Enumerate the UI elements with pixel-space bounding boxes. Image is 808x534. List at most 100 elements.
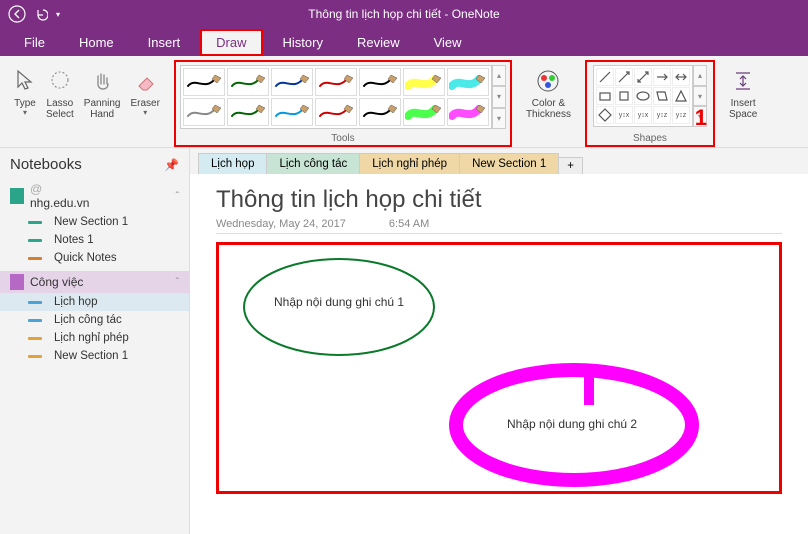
main-area: Lịch họpLịch công tácLịch nghỉ phépNew S…	[190, 148, 808, 534]
gallery-scroll[interactable]: ▴▾▾	[492, 65, 506, 129]
shape-axis-xy[interactable]: y↕x	[615, 106, 633, 124]
lasso-button[interactable]: Lasso Select	[42, 62, 78, 122]
section-tab[interactable]: Lịch nghỉ phép	[359, 153, 460, 174]
pen-swatch[interactable]	[403, 98, 445, 126]
pen-swatch[interactable]	[183, 68, 225, 96]
type-button[interactable]: Type ▾	[10, 62, 40, 120]
section-tab[interactable]: Lịch họp	[198, 153, 267, 174]
title-bar: ▾ Thông tin lịch họp chi tiết - OneNote	[0, 0, 808, 28]
ribbon-group-color: Color & Thickness .	[518, 60, 579, 147]
notebooks-pane: Notebooks 📌 @nhg.edu.vn ˆ New Section 1N…	[0, 148, 190, 534]
tab-file[interactable]: File	[10, 31, 59, 54]
pen-swatch[interactable]	[403, 68, 445, 96]
pen-swatch[interactable]	[271, 68, 313, 96]
tab-review[interactable]: Review	[343, 31, 414, 54]
shape-ellipse[interactable]	[634, 87, 652, 105]
color-thickness-button[interactable]: Color & Thickness	[522, 62, 575, 122]
qat-dropdown-icon[interactable]: ▾	[56, 10, 60, 19]
drawing-canvas[interactable]: Nhập nội dung ghi chú 1 Nhập nội dung gh…	[216, 242, 782, 494]
pen-swatch[interactable]	[315, 68, 357, 96]
notebook-icon	[10, 188, 24, 204]
shape-rect[interactable]	[596, 87, 614, 105]
shape-arrow2[interactable]	[653, 68, 671, 86]
ribbon-group-selection: Type ▾ Lasso Select Panning Hand Eraser …	[6, 60, 168, 147]
eraser-button[interactable]: Eraser ▾	[127, 62, 164, 120]
highlight-number: 1	[695, 105, 707, 131]
chevron-down-icon: ▾	[23, 109, 27, 118]
section-item[interactable]: Notes 1	[0, 231, 189, 249]
shape-axis-2[interactable]: y↕x	[634, 106, 652, 124]
shape-axis-3[interactable]: y↕z	[653, 106, 671, 124]
panning-label: Panning Hand	[84, 98, 121, 120]
shape-triangle[interactable]	[672, 87, 690, 105]
lasso-icon	[49, 64, 71, 98]
insert-space-label: Insert Space	[729, 98, 757, 120]
color-label: Color & Thickness	[526, 98, 571, 120]
pen-swatch[interactable]	[183, 98, 225, 126]
page-canvas[interactable]: Thông tin lịch họp chi tiết Wednesday, M…	[190, 174, 808, 534]
tab-add[interactable]: +	[558, 157, 583, 174]
page-date: Wednesday, May 24, 2017 6:54 AM	[216, 218, 782, 234]
tab-home[interactable]: Home	[65, 31, 128, 54]
pin-icon[interactable]: 📌	[164, 158, 179, 172]
pen-swatch[interactable]	[359, 68, 401, 96]
ink-ellipse-green	[229, 249, 449, 369]
shape-diamond[interactable]	[596, 106, 614, 124]
notebooks-header: Notebooks	[10, 156, 82, 173]
tab-insert[interactable]: Insert	[134, 31, 195, 54]
section-tab[interactable]: Lịch công tác	[266, 153, 360, 174]
back-icon[interactable]	[8, 5, 26, 23]
tools-group-label: Tools	[331, 131, 354, 144]
section-item[interactable]: New Section 1	[0, 213, 189, 231]
pen-swatch[interactable]	[315, 98, 357, 126]
shape-line[interactable]	[596, 68, 614, 86]
ribbon-group-tools: ▴▾▾ Tools	[174, 60, 512, 147]
tab-view[interactable]: View	[420, 31, 476, 54]
shapes-gallery[interactable]: y↕x y↕x y↕z y↕z	[593, 65, 693, 127]
insert-space-button[interactable]: Insert Space	[725, 62, 761, 122]
notebook-item[interactable]: Công việc ˆ	[0, 271, 189, 293]
pen-swatch[interactable]	[447, 98, 489, 126]
chevron-up-icon: ˆ	[176, 277, 179, 288]
shape-double-arrow[interactable]	[634, 68, 652, 86]
pen-swatch[interactable]	[227, 68, 269, 96]
section-tabs: Lịch họpLịch công tácLịch nghỉ phépNew S…	[190, 148, 808, 174]
notebook-item[interactable]: @nhg.edu.vn ˆ	[0, 179, 189, 213]
section-tab[interactable]: New Section 1	[459, 153, 559, 174]
shape-arrow3[interactable]	[672, 68, 690, 86]
pen-swatch[interactable]	[359, 98, 401, 126]
shape-arrow[interactable]	[615, 68, 633, 86]
section-item[interactable]: Lịch họp	[0, 293, 189, 311]
tab-draw[interactable]: Draw	[200, 29, 262, 56]
chevron-up-icon: ˆ	[176, 191, 179, 202]
shape-square[interactable]	[615, 87, 633, 105]
shapes-group-label: Shapes	[633, 131, 667, 144]
cursor-icon	[14, 64, 36, 98]
panning-button[interactable]: Panning Hand	[80, 62, 125, 122]
section-item[interactable]: New Section 1	[0, 347, 189, 365]
shape-parallelogram[interactable]	[653, 87, 671, 105]
note-text-2[interactable]: Nhập nội dung ghi chú 2	[507, 417, 637, 431]
color-wheel-icon	[535, 64, 561, 98]
lasso-label: Lasso Select	[46, 98, 74, 120]
undo-icon[interactable]	[34, 7, 48, 21]
pen-gallery	[180, 65, 492, 129]
note-text-1[interactable]: Nhập nội dung ghi chú 1	[274, 295, 404, 309]
pen-swatch[interactable]	[271, 98, 313, 126]
pen-swatch[interactable]	[447, 68, 489, 96]
tab-history[interactable]: History	[269, 31, 337, 54]
shape-axis-4[interactable]: y↕z	[672, 106, 690, 124]
eraser-icon	[133, 64, 157, 98]
notebook-label: Công việc	[30, 275, 170, 289]
page-title[interactable]: Thông tin lịch họp chi tiết	[216, 186, 782, 214]
menu-bar: File Home Insert Draw History Review Vie…	[0, 28, 808, 56]
section-item[interactable]: Quick Notes	[0, 249, 189, 267]
notebook-icon	[10, 274, 24, 290]
section-item[interactable]: Lịch nghỉ phép	[0, 329, 189, 347]
workspace: Notebooks 📌 @nhg.edu.vn ˆ New Section 1N…	[0, 148, 808, 534]
pen-swatch[interactable]	[227, 98, 269, 126]
ribbon: Type ▾ Lasso Select Panning Hand Eraser …	[0, 56, 808, 148]
window-title: Thông tin lịch họp chi tiết - OneNote	[308, 7, 499, 21]
ribbon-group-shapes: y↕x y↕x y↕z y↕z ▴▾▾ Shapes 1	[585, 60, 715, 147]
section-item[interactable]: Lịch công tác	[0, 311, 189, 329]
